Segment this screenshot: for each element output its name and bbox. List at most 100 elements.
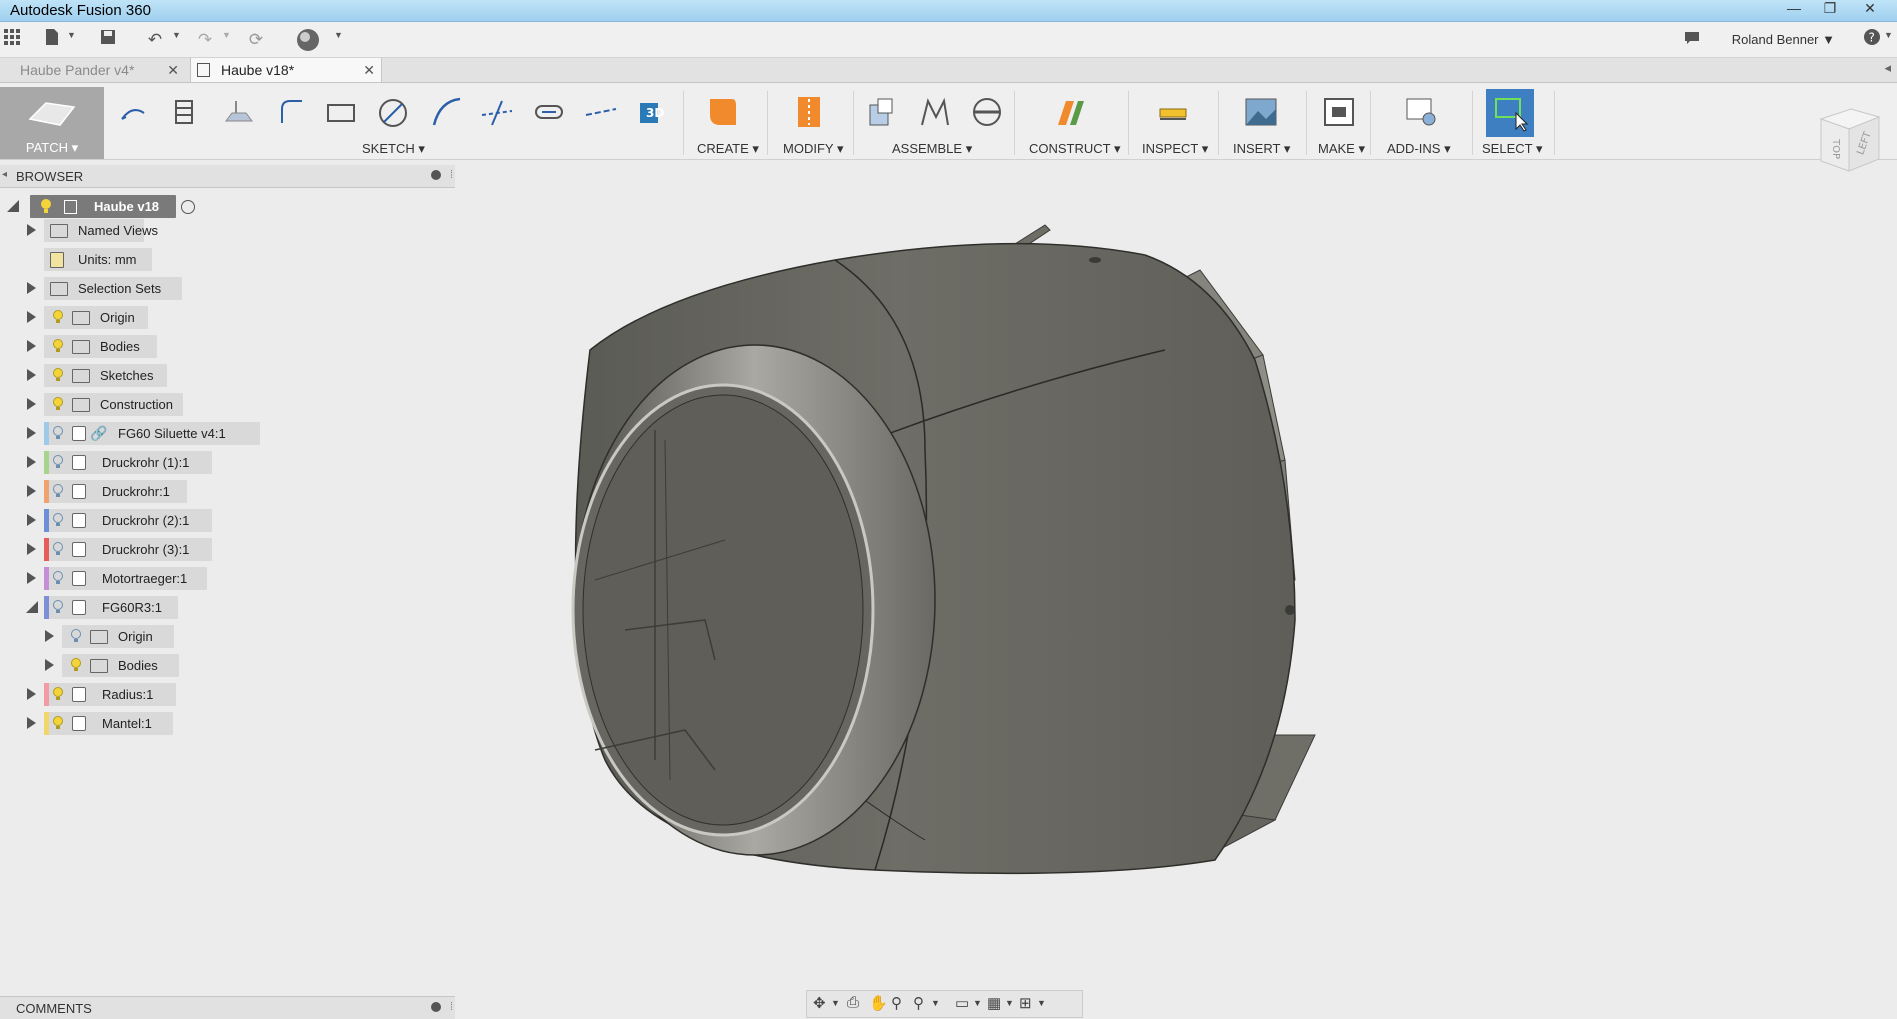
browser-node[interactable]: 🔗 FG60 Siluette v4:1 (44, 422, 260, 445)
expand-icon[interactable] (27, 456, 36, 468)
expand-icon[interactable] (27, 398, 36, 410)
browser-item[interactable]: Origin (0, 625, 260, 649)
restore-button[interactable]: ❐ (1812, 0, 1848, 18)
construct-menu[interactable]: CONSTRUCT ▾ (1029, 141, 1121, 157)
display-settings-icon[interactable]: ▭ (955, 994, 969, 1012)
visibility-bulb-icon[interactable] (50, 367, 66, 383)
select-menu[interactable]: SELECT ▾ (1482, 141, 1542, 157)
orbit-icon[interactable]: ✥ (813, 994, 826, 1012)
browser-root-row[interactable]: Haube v18 (0, 195, 210, 219)
browser-header[interactable]: ◂ BROWSER ⁞ (0, 165, 455, 188)
visibility-bulb-icon[interactable] (50, 715, 66, 731)
expand-icon[interactable] (45, 659, 54, 671)
close-tab-icon[interactable]: ✕ (363, 58, 375, 82)
save-icon[interactable] (96, 28, 120, 52)
close-window-button[interactable]: ✕ (1852, 0, 1888, 18)
browser-item[interactable]: Druckrohr:1 (0, 480, 260, 504)
collapse-icon[interactable] (7, 200, 19, 212)
visibility-bulb-icon[interactable] (50, 338, 66, 354)
expand-icon[interactable] (27, 543, 36, 555)
visibility-bulb-icon[interactable] (50, 686, 66, 702)
visibility-bulb-icon[interactable] (50, 483, 66, 499)
browser-item[interactable]: Radius:1 (0, 683, 260, 707)
create-surface-icon[interactable] (706, 95, 740, 129)
visibility-bulb-icon[interactable] (50, 309, 66, 325)
make-menu[interactable]: MAKE ▾ (1318, 141, 1365, 157)
zoom-caret-icon[interactable]: ▼ (931, 998, 940, 1008)
rectangle-icon[interactable] (324, 95, 358, 129)
measure-icon[interactable] (1156, 95, 1190, 129)
collapse-browser-icon[interactable]: ◂ (2, 169, 7, 180)
display-caret-icon[interactable]: ▼ (973, 998, 982, 1008)
refresh-icon[interactable]: ⟳ (244, 28, 268, 52)
browser-node[interactable]: Mantel:1 (44, 712, 173, 735)
visibility-bulb-icon[interactable] (50, 425, 66, 441)
insert-image-icon[interactable] (1244, 95, 1278, 129)
new-component-icon[interactable] (864, 95, 898, 129)
browser-node[interactable]: Druckrohr:1 (44, 480, 187, 503)
data-panel-grid-icon[interactable] (0, 28, 24, 52)
browser-node[interactable]: Druckrohr (2):1 (44, 509, 212, 532)
scripts-addins-icon[interactable] (1404, 95, 1438, 129)
expand-icon[interactable] (27, 485, 36, 497)
joint-icon[interactable] (918, 95, 952, 129)
browser-node[interactable]: Origin (62, 625, 174, 648)
expand-icon[interactable] (27, 311, 36, 323)
expand-icon[interactable] (27, 224, 36, 236)
select-tool-button[interactable] (1486, 89, 1534, 137)
extrude-icon[interactable] (116, 95, 150, 129)
arc-icon[interactable] (430, 95, 464, 129)
expand-icon[interactable] (27, 572, 36, 584)
sketch-menu[interactable]: SKETCH ▾ (362, 141, 425, 157)
visibility-bulb-icon[interactable] (50, 396, 66, 412)
inspect-menu[interactable]: INSPECT ▾ (1142, 141, 1208, 157)
3d-sketch-icon[interactable]: 3D (636, 95, 670, 129)
browser-node[interactable]: Construction (44, 393, 183, 416)
slot-icon[interactable] (532, 95, 566, 129)
circle-icon[interactable] (376, 95, 410, 129)
fit-icon[interactable]: ⚲ (913, 994, 924, 1012)
browser-item[interactable]: Bodies (0, 335, 260, 359)
assemble-menu[interactable]: ASSEMBLE ▾ (892, 141, 972, 157)
expand-icon[interactable] (27, 688, 36, 700)
browser-node[interactable]: Druckrohr (1):1 (44, 451, 212, 474)
visibility-bulb-icon[interactable] (50, 512, 66, 528)
browser-node[interactable]: Named Views (44, 219, 158, 242)
globe-icon[interactable] (296, 28, 320, 52)
construction-line-icon[interactable] (584, 95, 618, 129)
loft-icon[interactable] (168, 95, 202, 129)
tab-haube-pander[interactable]: Haube Pander v4* ✕ (0, 58, 185, 82)
tab-overflow-icon[interactable]: ◂ (1884, 60, 1891, 76)
undo-icon[interactable]: ↶ (143, 28, 167, 52)
browser-pin-icon[interactable] (431, 170, 441, 180)
notifications-icon[interactable] (1680, 28, 1704, 52)
browser-item[interactable]: Sketches (0, 364, 260, 388)
browser-node[interactable]: Origin (44, 306, 148, 329)
browser-node[interactable]: Selection Sets (44, 277, 182, 300)
orbit-caret-icon[interactable]: ▼ (831, 998, 840, 1008)
visibility-bulb-icon[interactable] (50, 541, 66, 557)
collapse-icon[interactable] (26, 601, 38, 613)
patch-icon[interactable] (222, 95, 256, 129)
canvas-viewport[interactable] (455, 160, 1897, 990)
activate-radio-icon[interactable] (181, 200, 195, 214)
fillet-icon[interactable] (274, 95, 308, 129)
expand-icon[interactable] (27, 369, 36, 381)
expand-icon[interactable] (27, 282, 36, 294)
browser-item[interactable]: Selection Sets (0, 277, 260, 301)
grid-caret-icon[interactable]: ▼ (1005, 998, 1014, 1008)
globe-caret-icon[interactable]: ▼ (334, 30, 343, 40)
browser-item[interactable]: Druckrohr (1):1 (0, 451, 260, 475)
3d-print-icon[interactable] (1322, 95, 1356, 129)
look-at-icon[interactable]: ⎙ (847, 994, 859, 1011)
browser-node[interactable]: Motortraeger:1 (44, 567, 207, 590)
modify-icon[interactable] (792, 95, 826, 129)
browser-item[interactable]: Motortraeger:1 (0, 567, 260, 591)
browser-item[interactable]: Named Views (0, 219, 260, 243)
comments-pin-icon[interactable] (431, 1002, 441, 1012)
browser-item[interactable]: FG60R3:1 (0, 596, 260, 620)
file-menu-caret-icon[interactable]: ▼ (67, 30, 76, 40)
viewports-caret-icon[interactable]: ▼ (1037, 998, 1046, 1008)
browser-node[interactable]: Units: mm (44, 248, 152, 271)
viewports-icon[interactable]: ⊞ (1019, 994, 1032, 1012)
